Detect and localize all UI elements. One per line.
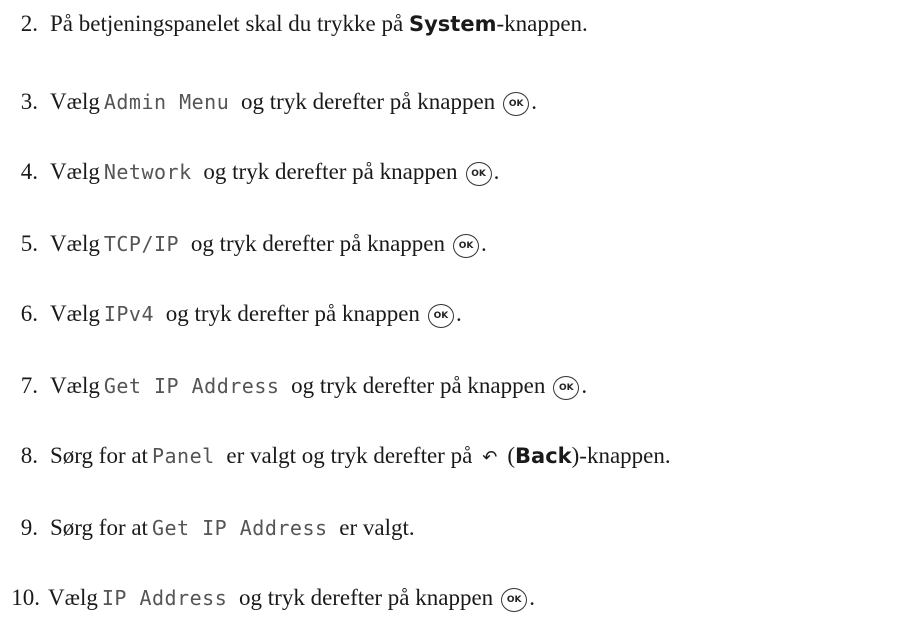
ok-icon-label: OK: [508, 99, 524, 109]
step-text: På betjeningspanelet skal du trykke på: [50, 11, 409, 36]
step-text: Sørg for at: [50, 515, 148, 540]
step-text: -knappen.: [496, 11, 588, 36]
step-item: 2. På betjeningspanelet skal du trykke på…: [0, 4, 588, 44]
step-text: (: [507, 443, 516, 468]
step-text: og tryk derefter på knappen: [160, 301, 420, 326]
step-text: Vælg: [50, 231, 100, 256]
instruction-steps-list: 2. På betjeningspanelet skal du trykke på…: [0, 0, 899, 643]
step-text: Vælg: [50, 301, 100, 326]
step-text: .: [531, 89, 537, 114]
ok-button-icon: OK: [553, 376, 580, 400]
ok-icon-label: OK: [559, 383, 574, 393]
step-number: 10.: [11, 585, 40, 610]
back-arrow-icon: ↶: [482, 446, 498, 468]
step-text: Vælg: [48, 585, 98, 610]
step-number: 7.: [20, 373, 38, 398]
lcd-menu-item: Get IP Address: [103, 374, 280, 398]
ok-button-icon: OK: [503, 92, 530, 116]
lcd-menu-item: TCP/IP: [103, 232, 180, 256]
step-text: Vælg: [50, 89, 100, 114]
step-number: 4.: [20, 159, 38, 184]
button-name-label: System: [408, 12, 497, 36]
ok-icon-label: OK: [506, 595, 522, 605]
step-text: )-knappen.: [571, 443, 671, 468]
lcd-menu-item: Admin Menu: [103, 90, 230, 114]
step-text: er valgt og tryk derefter på: [220, 443, 473, 468]
step-number: 3.: [20, 89, 38, 114]
step-text: .: [529, 585, 535, 610]
step-text: og tryk derefter på knappen: [185, 231, 446, 256]
step-text: og tryk derefter på knappen: [235, 89, 496, 114]
lcd-menu-item: Panel: [151, 444, 215, 468]
step-number: 8.: [20, 443, 38, 468]
step-number: 2.: [20, 11, 38, 36]
step-item: 6. Vælg IPv4 og tryk derefter på knappen OK…: [0, 294, 462, 334]
button-name-label: Back: [515, 444, 572, 468]
step-item: 10. Vælg IP Address og tryk derefter på kn…: [0, 578, 535, 618]
step-item: 3. Vælg Admin Menu og tryk derefter på kna…: [0, 82, 537, 122]
step-number: 9.: [20, 515, 38, 540]
ok-icon-label: OK: [471, 169, 486, 179]
ok-icon-label: OK: [458, 241, 474, 251]
lcd-menu-item: Get IP Address: [151, 516, 328, 540]
step-item: 8. Sørg for at Panel er valgt og tryk dere…: [0, 436, 671, 476]
ok-button-icon: OK: [465, 162, 492, 186]
step-text: og tryk derefter på knappen: [233, 585, 494, 610]
step-number: 5.: [20, 231, 38, 256]
ok-button-icon: OK: [427, 304, 454, 328]
step-text: Vælg: [50, 373, 100, 398]
step-text: .: [455, 301, 462, 326]
step-text: Sørg for at: [50, 443, 148, 468]
step-text: Vælg: [50, 159, 100, 184]
lcd-menu-item: IPv4: [103, 302, 155, 326]
step-text: og tryk derefter på knappen: [285, 373, 546, 398]
step-text: .: [493, 159, 500, 184]
step-text: og tryk derefter på knappen: [197, 159, 458, 184]
step-item: 9. Sørg for at Get IP Address er valgt.: [0, 508, 415, 548]
step-item: 5. Vælg TCP/IP og tryk derefter på knappen…: [0, 224, 487, 264]
lcd-menu-item: Network: [103, 160, 192, 184]
ok-button-icon: OK: [501, 588, 528, 612]
step-item: 4. Vælg Network og tryk derefter på knappe…: [0, 152, 499, 192]
step-text: er valgt.: [333, 515, 415, 540]
step-number: 6.: [20, 301, 38, 326]
step-text: .: [481, 231, 487, 256]
ok-icon-label: OK: [433, 311, 449, 321]
lcd-menu-item: IP Address: [101, 586, 228, 610]
step-item: 7. Vælg Get IP Address og tryk derefter på…: [0, 366, 587, 406]
ok-button-icon: OK: [453, 234, 480, 258]
step-text: .: [581, 373, 588, 398]
